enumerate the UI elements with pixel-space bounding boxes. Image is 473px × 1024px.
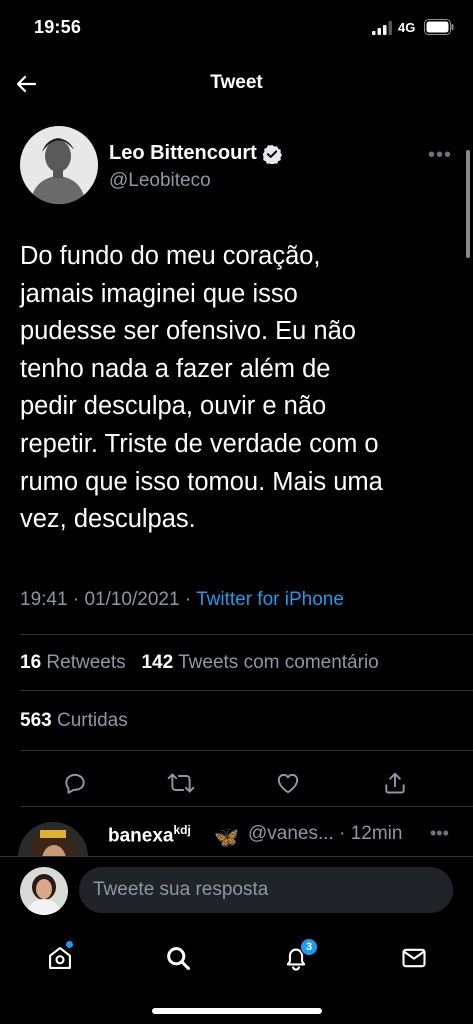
tweet-time: 19:41 [20, 589, 68, 610]
verified-badge-icon [262, 144, 282, 164]
retweets-count: 16 [20, 652, 42, 673]
retweet-button[interactable] [164, 766, 198, 800]
quote-tweets-link[interactable]: 142 Tweets com comentário [141, 652, 378, 673]
reply-handle-time: @vanes... · 12min [248, 823, 402, 845]
reply-input[interactable]: Tweete sua resposta [79, 867, 453, 913]
messages-icon [402, 948, 426, 968]
network-label: 4G [398, 20, 416, 35]
like-icon [277, 773, 299, 794]
page-title: Tweet [210, 72, 263, 93]
tab-search[interactable] [158, 938, 198, 978]
retweets-link[interactable]: 16 Retweets [20, 652, 126, 673]
likes-count: 563 [20, 710, 52, 731]
retweet-stats-row: 16 Retweets 142 Tweets com comentário [20, 652, 379, 674]
reply-time: 12min [350, 823, 403, 844]
retweets-label: Retweets [46, 652, 126, 673]
author-handle[interactable]: @Leobiteco [109, 170, 211, 192]
notifications-badge: 3 [300, 938, 318, 956]
scrollbar[interactable] [466, 150, 470, 258]
tweet-date: 01/10/2021 [84, 589, 180, 610]
divider [20, 806, 473, 807]
tab-notifications[interactable]: 3 [276, 938, 318, 978]
navigation-bar: Tweet [0, 56, 473, 112]
user-avatar[interactable] [20, 867, 68, 915]
tweet-meta: 19:41 · 01/10/2021 · Twitter for iPhone [20, 589, 344, 611]
battery-icon [424, 19, 454, 35]
search-icon [167, 947, 191, 971]
tweet-text: Do fundo do meu coração, jamais imaginei… [20, 242, 383, 534]
reply-name-text: banexa [108, 825, 174, 847]
divider [20, 634, 473, 635]
likes-link[interactable]: 563 Curtidas [20, 710, 128, 731]
reply-avatar[interactable] [18, 822, 88, 856]
tab-bar: 3 [0, 922, 473, 1024]
reply-button[interactable] [58, 766, 92, 800]
compose-bar: Tweete sua resposta [0, 856, 473, 922]
retweet-icon [167, 773, 195, 793]
likes-stats-row: 563 Curtidas [20, 710, 128, 732]
like-button[interactable] [271, 766, 305, 800]
tab-messages[interactable] [394, 938, 434, 978]
quote-tweets-count: 142 [141, 652, 174, 673]
meta-separator: · [184, 589, 192, 610]
home-unread-dot [66, 941, 73, 948]
tweet-actions [0, 762, 473, 802]
signal-icon [372, 21, 392, 35]
status-bar: 19:56 4G [0, 0, 473, 56]
reply-more-icon[interactable]: ••• [430, 823, 449, 844]
reply-separator: · [339, 823, 346, 844]
tab-home[interactable] [40, 938, 80, 978]
meta-separator: · [72, 589, 80, 610]
tweet-source-link[interactable]: Twitter for iPhone [196, 589, 344, 610]
author-photo [20, 126, 98, 204]
reply-item[interactable]: banexakdj 🦋 @vanes... · 12min ••• [0, 808, 473, 856]
reply-name-sup: kdj [173, 823, 191, 837]
likes-label: Curtidas [56, 710, 128, 731]
home-icon [49, 947, 71, 969]
share-button[interactable] [378, 766, 412, 800]
status-time: 19:56 [34, 17, 82, 37]
butterfly-emoji-icon: 🦋 [214, 827, 239, 849]
user-photo [20, 867, 68, 915]
author-name[interactable]: Leo Bittencourt [109, 142, 257, 165]
author-avatar[interactable] [20, 126, 98, 204]
reply-icon [65, 773, 85, 794]
share-icon [385, 772, 405, 794]
more-options-icon[interactable]: ••• [428, 144, 452, 167]
home-indicator[interactable] [152, 1008, 322, 1014]
reply-author-name[interactable]: banexakdj [108, 823, 191, 847]
reply-handle: @vanes... [248, 823, 334, 844]
reply-photo [18, 822, 88, 856]
tweet-author: Leo Bittencourt @Leobiteco ••• [20, 126, 460, 206]
quote-tweets-label: Tweets com comentário [178, 652, 379, 673]
divider [20, 690, 473, 691]
divider [20, 750, 473, 751]
